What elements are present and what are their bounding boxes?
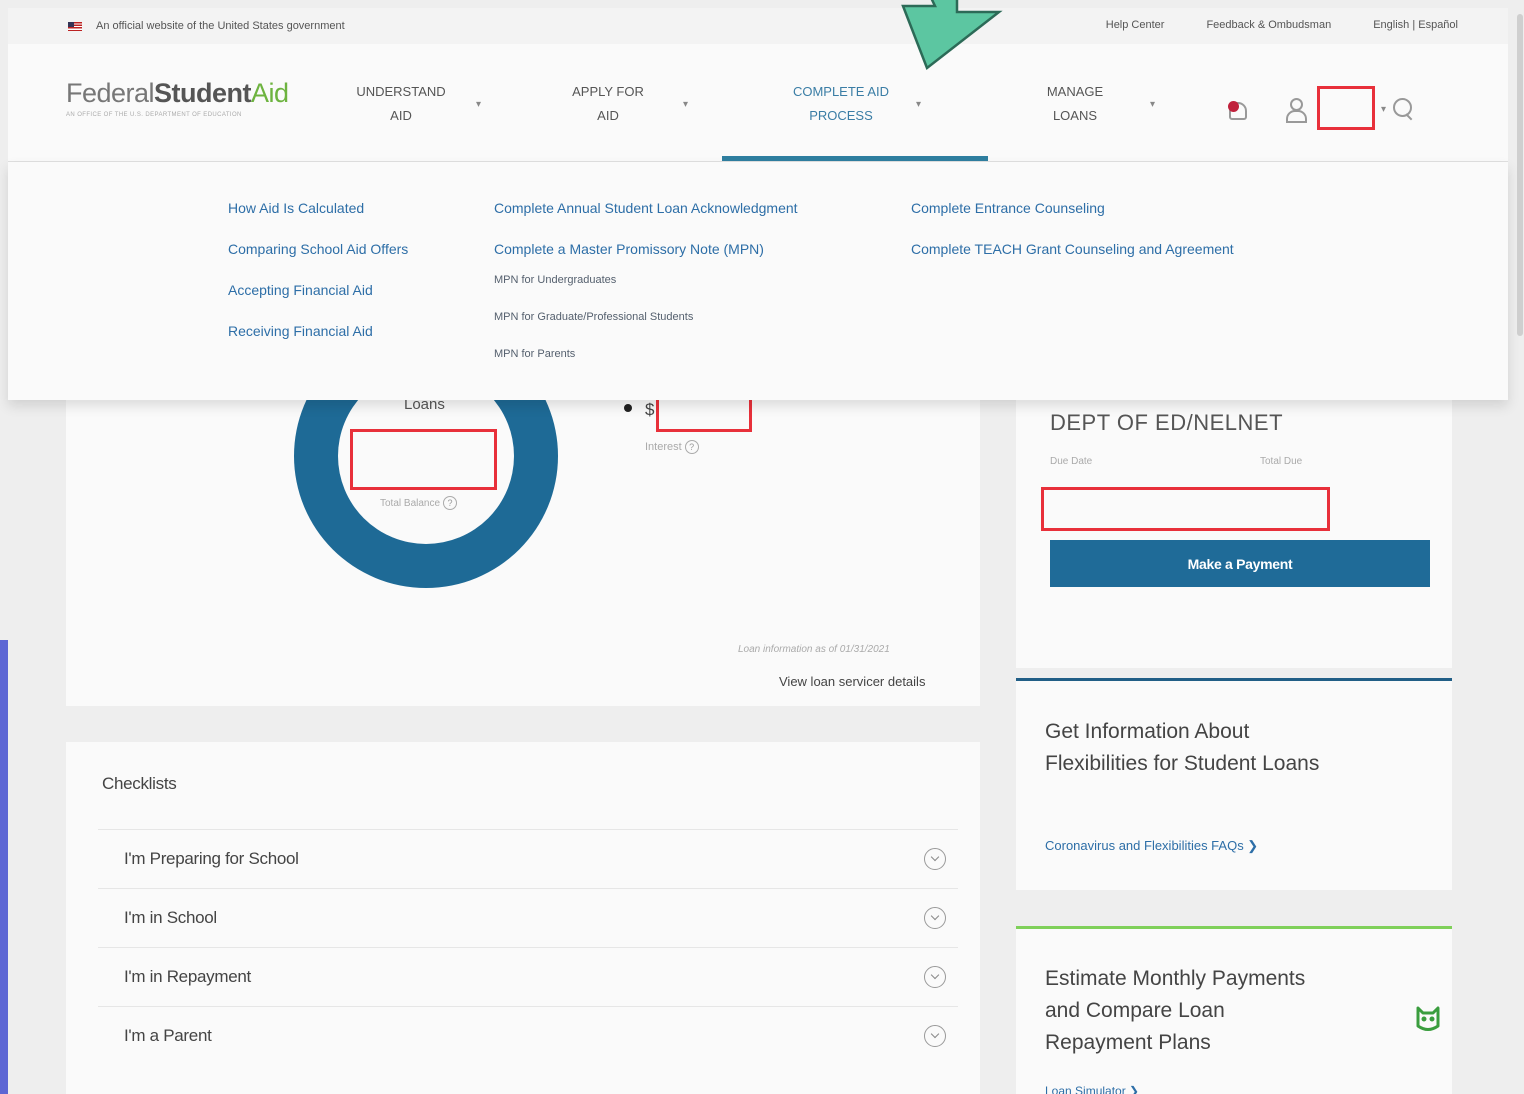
- estimate-title: Estimate Monthly Payments and Compare Lo…: [1045, 967, 1306, 1054]
- help-center-link[interactable]: Help Center: [1106, 19, 1165, 31]
- dropdown-column-3: Complete Entrance Counseling Complete TE…: [911, 200, 1234, 282]
- total-balance-caption: Total Balance?: [380, 496, 458, 510]
- checklist-item[interactable]: I'm a Parent: [98, 1006, 958, 1065]
- dropdown-link[interactable]: How Aid Is Calculated: [228, 200, 408, 241]
- nav-understand-aid[interactable]: UNDERSTAND AID ▾: [346, 80, 481, 128]
- dropdown-link[interactable]: Complete Annual Student Loan Acknowledgm…: [494, 200, 798, 241]
- gov-banner-text: An official website of the United States…: [96, 20, 345, 32]
- chatbot-icon[interactable]: [1412, 1002, 1444, 1034]
- checklists-title: Checklists: [102, 774, 177, 793]
- legend-bullet: [624, 404, 632, 412]
- dropdown-sublink[interactable]: MPN for Undergraduates: [494, 274, 798, 311]
- checklist-item[interactable]: I'm in Repayment: [98, 947, 958, 1006]
- annotation-bar: [0, 640, 8, 1094]
- servicer-name: DEPT OF ED/NELNET: [1050, 410, 1284, 435]
- complete-aid-dropdown: How Aid Is Calculated Comparing School A…: [8, 162, 1508, 400]
- make-payment-button[interactable]: Make a Payment: [1050, 540, 1430, 587]
- expand-chevron-icon[interactable]: [924, 1025, 946, 1047]
- dropdown-link[interactable]: Receiving Financial Aid: [228, 323, 408, 364]
- redacted-username[interactable]: [1317, 86, 1375, 130]
- redacted-balance: [350, 429, 497, 490]
- help-icon[interactable]: ?: [443, 496, 458, 510]
- dropdown-sublink[interactable]: MPN for Parents: [494, 348, 798, 385]
- feedback-link[interactable]: Feedback & Ombudsman: [1206, 19, 1331, 31]
- search-icon[interactable]: [1390, 96, 1416, 122]
- active-nav-indicator: [722, 156, 988, 161]
- due-date-label: Due Date: [1050, 456, 1093, 467]
- us-flag-icon: [68, 21, 82, 31]
- expand-chevron-icon[interactable]: [924, 907, 946, 929]
- language-toggle[interactable]: English | Español: [1373, 19, 1458, 31]
- annotation-arrow-icon: [901, 0, 1003, 71]
- logo-tagline: AN OFFICE OF THE U.S. DEPARTMENT OF EDUC…: [66, 112, 242, 118]
- gov-banner: An official website of the United States…: [8, 8, 1508, 44]
- nav-manage-loans[interactable]: MANAGE LOANS ▾: [1020, 80, 1155, 128]
- chevron-down-icon[interactable]: ▾: [1381, 104, 1386, 115]
- checklist: I'm Preparing for School I'm in School I…: [98, 829, 958, 1065]
- dropdown-column-1: How Aid Is Calculated Comparing School A…: [228, 200, 408, 364]
- nav-complete-aid-process[interactable]: COMPLETE AID PROCESS ▾: [786, 80, 921, 128]
- chevron-down-icon: ▾: [916, 98, 922, 110]
- scrollbar[interactable]: [1517, 14, 1523, 336]
- dropdown-link[interactable]: Complete Entrance Counseling: [911, 200, 1234, 241]
- dropdown-link[interactable]: Complete TEACH Grant Counseling and Agre…: [911, 241, 1234, 282]
- flexibilities-faq-link[interactable]: Coronavirus and Flexibilities FAQs ❯: [1045, 838, 1258, 854]
- notification-dot: [1228, 101, 1239, 112]
- dropdown-link[interactable]: Complete a Master Promissory Note (MPN): [494, 241, 798, 274]
- loan-simulator-link[interactable]: Loan Simulator ❯: [1045, 1084, 1139, 1094]
- help-icon[interactable]: ?: [684, 440, 699, 454]
- view-servicer-link[interactable]: View loan servicer details: [779, 674, 925, 689]
- notification-bell-icon[interactable]: [1226, 98, 1248, 120]
- total-due-label: Total Due: [1260, 456, 1303, 467]
- expand-chevron-icon[interactable]: [924, 966, 946, 988]
- utility-nav: Help Center Feedback & Ombudsman English…: [1106, 19, 1458, 31]
- site-header: FederalStudentAid AN OFFICE OF THE U.S. …: [8, 44, 1508, 162]
- chevron-down-icon: ▾: [683, 98, 689, 110]
- dropdown-column-2: Complete Annual Student Loan Acknowledgm…: [494, 200, 798, 385]
- legend-currency: $: [645, 400, 655, 419]
- loan-info-date: Loan information as of 01/31/2021: [738, 644, 890, 655]
- dropdown-link[interactable]: Comparing School Aid Offers: [228, 241, 408, 282]
- redacted-due-values: [1041, 487, 1330, 531]
- user-icon[interactable]: [1284, 96, 1307, 123]
- header-icons: ▾: [1226, 86, 1416, 130]
- nav-apply-for-aid[interactable]: APPLY FOR AID ▾: [553, 80, 688, 128]
- expand-chevron-icon[interactable]: [924, 848, 946, 870]
- fsa-logo[interactable]: FederalStudentAid AN OFFICE OF THE U.S. …: [66, 78, 289, 118]
- dropdown-sublink[interactable]: MPN for Graduate/Professional Students: [494, 311, 798, 348]
- interest-caption: Interest?: [645, 440, 699, 454]
- checklist-item[interactable]: I'm Preparing for School: [98, 829, 958, 888]
- flexibilities-card: [1016, 678, 1452, 890]
- dropdown-link[interactable]: Accepting Financial Aid: [228, 282, 408, 323]
- flexibilities-title: Get Information About Flexibilities for …: [1045, 720, 1320, 775]
- chevron-down-icon: ▾: [476, 98, 482, 110]
- chevron-down-icon: ▾: [1150, 98, 1156, 110]
- checklist-item[interactable]: I'm in School: [98, 888, 958, 947]
